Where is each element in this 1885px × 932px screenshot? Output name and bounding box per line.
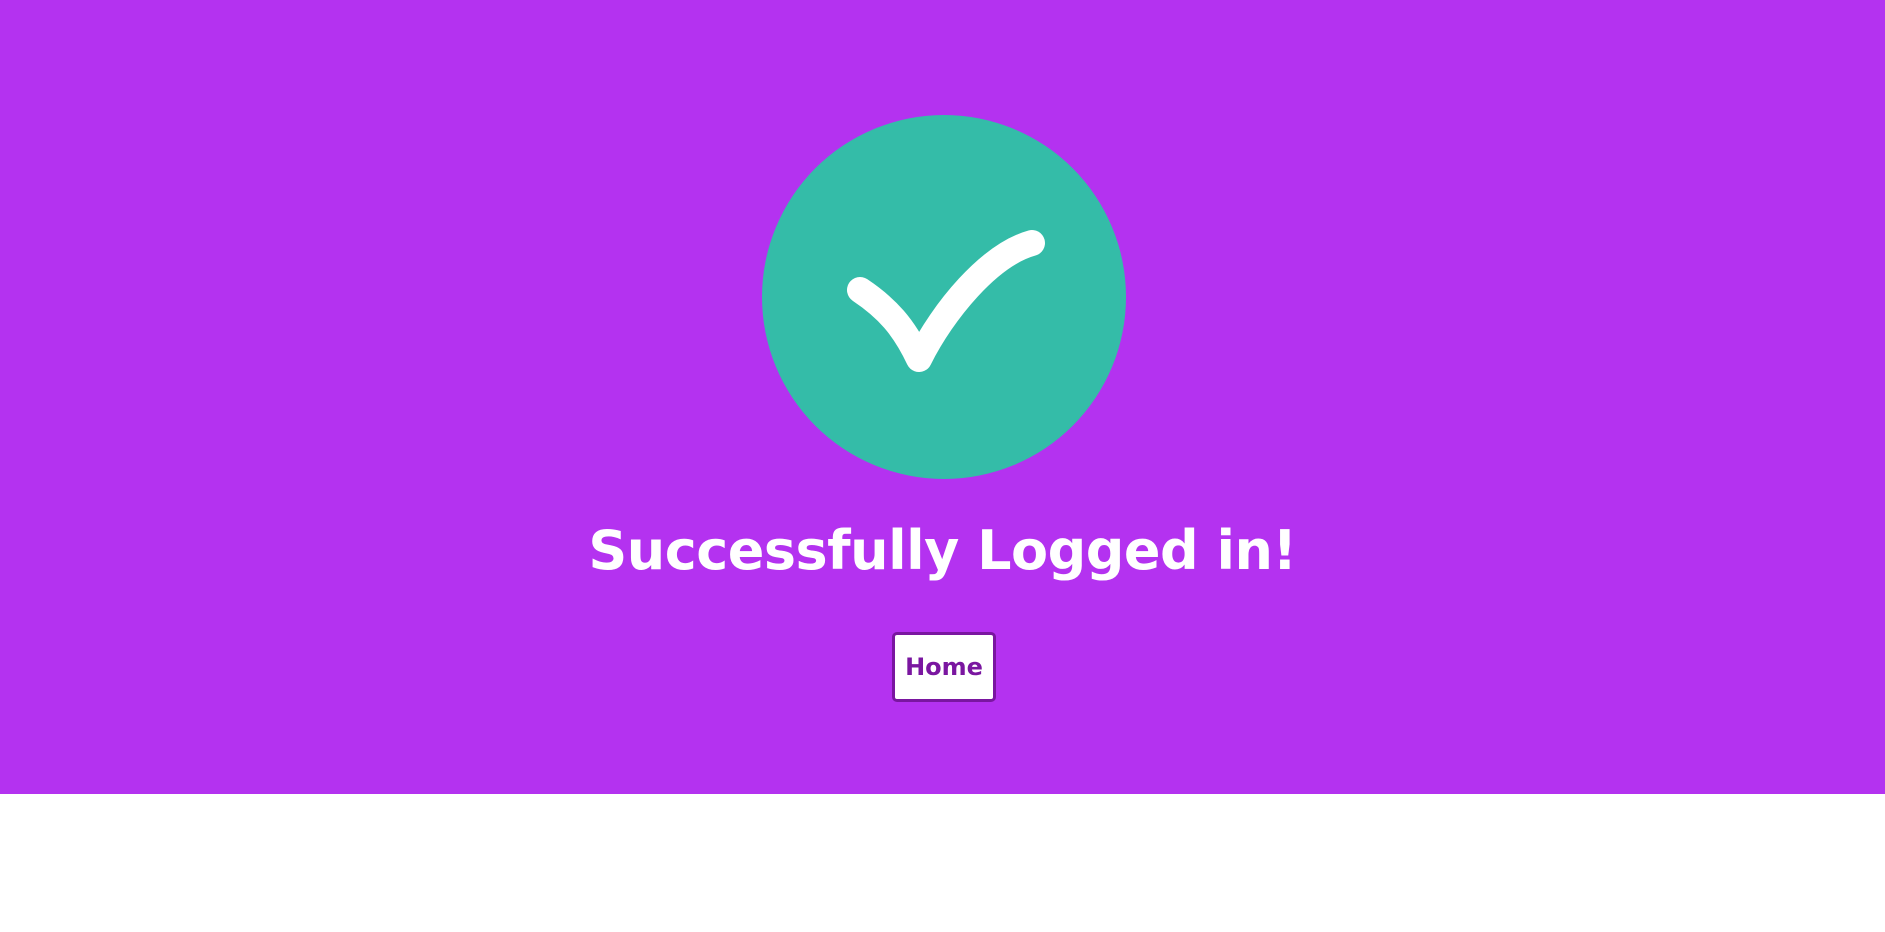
checkmark-icon — [847, 230, 1045, 372]
home-button[interactable]: Home — [892, 632, 996, 702]
page-footer-area — [0, 794, 1885, 932]
success-heading: Successfully Logged in! — [588, 519, 1297, 582]
success-badge — [762, 115, 1126, 479]
success-banner: Successfully Logged in! Home — [0, 0, 1885, 794]
